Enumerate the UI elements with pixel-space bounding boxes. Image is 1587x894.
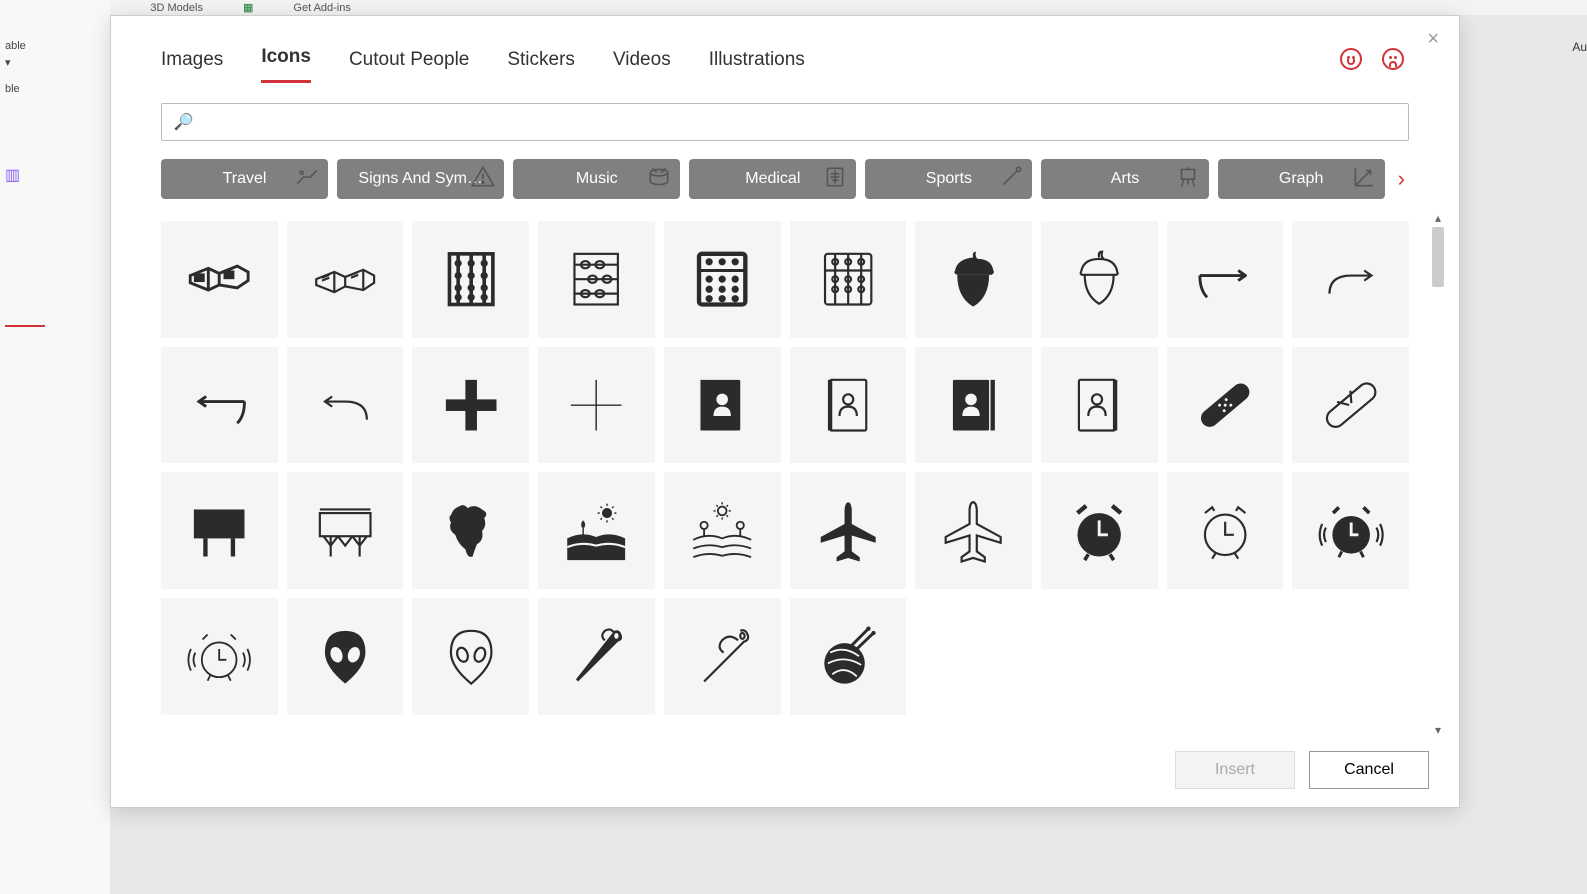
category-signs[interactable]: Signs And Sym… [337,159,504,199]
escalator-icon [294,164,320,195]
icon-3d-glasses-outline[interactable] [287,221,404,338]
icon-needle-outline[interactable] [664,598,781,715]
left-panel-background: able ▾ ble ▥ [0,0,110,894]
icon-airplane-solid[interactable] [790,472,907,589]
category-sports[interactable]: Sports [865,159,1032,199]
cancel-button[interactable]: Cancel [1309,751,1429,789]
icon-yarn-ball[interactable] [790,598,907,715]
icon-plus-bold[interactable] [412,347,529,464]
drum-icon [646,164,672,195]
feedback-sad-icon[interactable] [1382,48,1404,70]
category-travel[interactable]: Travel [161,159,328,199]
icon-acorn-solid[interactable] [915,221,1032,338]
scroll-up-icon[interactable]: ▴ [1429,211,1447,225]
icon-arrow-curve-left[interactable] [161,347,278,464]
scroll-down-icon[interactable]: ▾ [1429,723,1447,737]
category-arts[interactable]: Arts [1041,159,1208,199]
tab-icons[interactable]: Icons [261,46,311,83]
feedback-happy-icon[interactable] [1340,48,1362,70]
feedback-buttons [1340,48,1404,70]
tab-videos[interactable]: Videos [613,49,671,83]
tab-images[interactable]: Images [161,49,223,83]
search-box[interactable]: 🔍 [161,103,1409,141]
tab-illustrations[interactable]: Illustrations [709,49,805,83]
icon-address-book-outline[interactable] [790,347,907,464]
tab-stickers[interactable]: Stickers [507,49,575,83]
icon-alien-solid[interactable] [287,598,404,715]
easel-icon [1175,164,1201,195]
icon-3d-glasses-solid[interactable] [161,221,278,338]
category-graph[interactable]: Graph [1218,159,1385,199]
media-type-tabs: Images Icons Cutout People Stickers Vide… [111,16,1459,83]
icon-abacus-2[interactable] [538,221,655,338]
icon-picker-dialog: × Images Icons Cutout People Stickers Vi… [110,15,1460,808]
icon-needle-solid[interactable] [538,598,655,715]
icon-arrow-curve-left-2[interactable] [287,347,404,464]
vertical-scrollbar[interactable]: ▴ ▾ [1429,211,1447,737]
icon-alarm-solid[interactable] [1041,472,1158,589]
cricket-icon [998,164,1024,195]
icon-arrow-curve-right-2[interactable] [1292,221,1409,338]
category-row: Travel Signs And Sym… Music Medical Spor… [111,141,1459,199]
icon-billboard-solid[interactable] [161,472,278,589]
icon-alarm-outline[interactable] [1167,472,1284,589]
search-icon: 🔍 [174,112,194,132]
icon-bandage-solid[interactable] [1167,347,1284,464]
icon-africa[interactable] [412,472,529,589]
icon-abacus-1[interactable] [412,221,529,338]
icon-abacus-3[interactable] [664,221,781,338]
icon-arrow-curve-right[interactable] [1167,221,1284,338]
scroll-thumb[interactable] [1432,227,1444,287]
tab-cutout-people[interactable]: Cutout People [349,49,469,83]
insert-button: Insert [1175,751,1295,789]
icon-address-book-outline-2[interactable] [1041,347,1158,464]
icon-address-book-solid[interactable] [664,347,781,464]
icon-farm-outline[interactable] [664,472,781,589]
search-input[interactable] [202,114,1396,131]
icon-alien-outline[interactable] [412,598,529,715]
category-medical[interactable]: Medical [689,159,856,199]
warning-icon [470,164,496,195]
ribbon-background: ⬚ 3D Models ▦ Get Add-ins [0,0,1587,15]
icon-farm-solid[interactable] [538,472,655,589]
icon-plus-thin[interactable] [538,347,655,464]
icon-acorn-outline[interactable] [1041,221,1158,338]
icon-bandage-outline[interactable] [1292,347,1409,464]
right-bg-text: Au [1572,40,1587,54]
close-button[interactable]: × [1427,28,1439,51]
category-next-button[interactable]: › [1394,166,1409,192]
graph-icon [1351,164,1377,195]
xray-icon [822,164,848,195]
icon-address-book-solid-2[interactable] [915,347,1032,464]
icon-billboard-outline[interactable] [287,472,404,589]
icon-alarm-ringing-outline[interactable] [161,598,278,715]
icon-alarm-ringing-solid[interactable] [1292,472,1409,589]
icon-grid [111,199,1459,725]
dialog-footer: Insert Cancel [1175,751,1429,789]
category-music[interactable]: Music [513,159,680,199]
icon-abacus-4[interactable] [790,221,907,338]
icon-airplane-outline[interactable] [915,472,1032,589]
